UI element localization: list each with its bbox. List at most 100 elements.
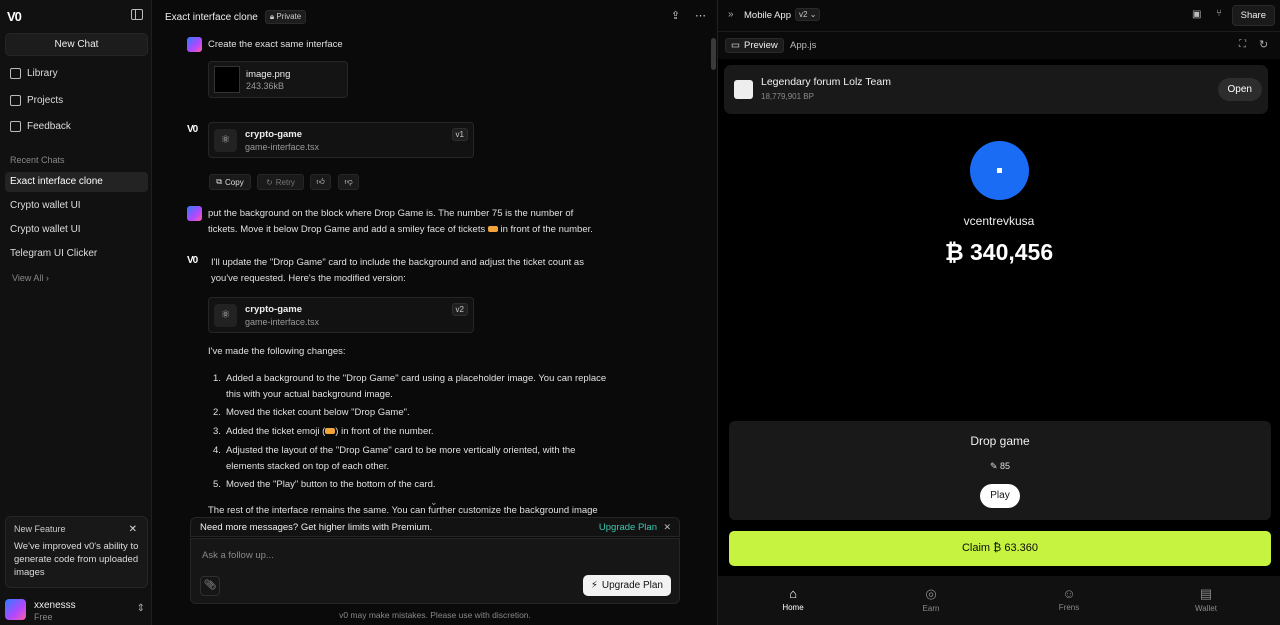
upgrade-notice: Need more messages? Get higher limits wi… — [190, 517, 680, 537]
upgrade-plan-button[interactable]: ⚡︎ Upgrade Plan — [582, 575, 671, 596]
nav-home[interactable]: ⌂ Home — [763, 586, 823, 612]
assistant-avatar-row: V0 — [187, 124, 205, 135]
chevron-down-icon: ⌄ — [809, 10, 817, 19]
recent-chat-item[interactable]: Exact interface clone — [5, 172, 148, 192]
feature-title: New Feature — [14, 524, 66, 534]
bottom-nav: ⌂ Home ◎ Earn ☺ Frens ▤ Wallet — [718, 576, 1280, 625]
copy-button[interactable]: ⧉ Copy — [209, 174, 251, 190]
disclaimer: v0 may make mistakes. Please use with di… — [339, 610, 531, 620]
sidebar-item-projects[interactable]: Projects — [10, 93, 63, 107]
ticket-count: ✎ 85 — [989, 461, 1011, 471]
code-block-card[interactable]: ⚛ crypto-game game-interface.tsx v1 — [208, 122, 474, 158]
sidebar-item-label: Feedback — [27, 120, 71, 132]
paperclip-icon[interactable]: 📎︎ — [200, 576, 220, 596]
attachment-file[interactable]: image.png 243.36kB — [208, 61, 348, 98]
thumbs-up-icon[interactable]: 👍︎ — [310, 174, 331, 190]
upgrade-plan-link[interactable]: Upgrade Plan — [599, 522, 657, 533]
message-input[interactable]: Ask a follow up... — [202, 550, 274, 561]
v0-avatar: V0 — [187, 255, 198, 266]
balance: ₿ 340,456 — [944, 239, 1054, 265]
close-icon[interactable]: ✕ — [129, 524, 137, 535]
home-icon: ⌂ — [789, 586, 797, 601]
recent-chat-item[interactable]: Telegram UI Clicker — [5, 244, 148, 264]
sidebar-item-feedback[interactable]: Feedback — [10, 119, 71, 133]
changes-intro: I've made the following changes: — [208, 346, 346, 357]
sidebar: V0 New Chat Library Projects Feedback Re… — [0, 0, 152, 625]
forum-logo — [734, 80, 753, 99]
share-icon[interactable]: ⇪ — [671, 9, 680, 22]
v0-logo[interactable]: V0 — [7, 9, 22, 24]
tab-appjs[interactable]: App.js — [790, 38, 816, 53]
preview-header: » Mobile App v2 ⌄ ▣ ⑂ Share — [718, 0, 1280, 32]
v0-avatar: V0 — [187, 124, 198, 135]
react-icon: ⚛ — [214, 129, 237, 152]
ticket-icon: ✎ — [989, 461, 998, 471]
share-button[interactable]: Share — [1231, 5, 1275, 26]
react-icon: ⚛ — [214, 304, 237, 327]
nav-wallet[interactable]: ▤ Wallet — [1176, 586, 1236, 613]
chat-header: Exact interface clone 🔒︎ Private — [165, 10, 307, 24]
claim-button[interactable]: Claim ₿ 63.360 — [729, 531, 1271, 566]
project-name: crypto-game — [245, 304, 303, 315]
recent-chat-item[interactable]: Crypto wallet UI — [5, 196, 148, 216]
preview-panel: » Mobile App v2 ⌄ ▣ ⑂ Share ▭ Preview App… — [718, 0, 1280, 625]
double-chevron-icon[interactable]: » — [728, 9, 734, 20]
copy-icon: ⧉ — [216, 177, 223, 186]
new-chat-button[interactable]: New Chat — [5, 33, 148, 56]
ticket-icon — [487, 226, 498, 233]
refresh-icon[interactable]: ↻ — [1259, 38, 1268, 51]
play-button[interactable]: Play — [980, 484, 1020, 508]
branch-icon[interactable]: ⑂ — [1216, 8, 1222, 19]
image-thumbnail — [214, 66, 240, 93]
profile-avatar — [970, 141, 1029, 200]
friends-icon: ☺ — [1062, 586, 1076, 601]
fullscreen-icon[interactable]: ⛶ — [1239, 39, 1246, 50]
file-name: game-interface.tsx — [245, 317, 320, 327]
drop-game-title: Drop game — [970, 434, 1030, 448]
retry-icon: ↻ — [266, 177, 273, 187]
user-menu[interactable]: xxenesss Free ⇕ — [5, 597, 148, 623]
message-text: Create the exact same interface — [208, 39, 343, 50]
file-name: image.png — [246, 69, 291, 80]
recent-chat-item[interactable]: Crypto wallet UI — [5, 220, 148, 240]
close-icon[interactable]: ✕ — [663, 522, 671, 533]
chat-title[interactable]: Exact interface clone — [165, 12, 258, 23]
thumbs-down-icon[interactable]: 👎︎ — [338, 174, 359, 190]
user-message: Create the exact same interface — [187, 37, 343, 53]
nav-frens[interactable]: ☺ Frens — [1039, 586, 1099, 612]
chevron-updown-icon: ⇕ — [136, 603, 145, 614]
view-all-link[interactable]: View All › — [12, 273, 49, 283]
user-avatar — [187, 206, 202, 221]
notice-text: Need more messages? Get higher limits wi… — [200, 521, 433, 533]
feedback-icon — [10, 120, 21, 132]
folder-icon — [10, 94, 21, 106]
terminal-icon[interactable]: ▣ — [1192, 9, 1201, 20]
message-text: I'll update the "Drop Game" card to incl… — [211, 257, 584, 284]
sidebar-item-label: Projects — [27, 94, 64, 106]
sidebar-item-library[interactable]: Library — [10, 66, 58, 80]
more-icon[interactable]: ⋯ — [695, 9, 706, 22]
wallet-icon: ▤ — [1199, 586, 1213, 601]
user-name: xxenesss — [34, 600, 76, 611]
sidebar-item-label: Library — [27, 67, 58, 79]
message-text: put the background on the block where Dr… — [208, 208, 593, 235]
retry-button[interactable]: ↻ Retry — [257, 174, 304, 190]
file-name: game-interface.tsx — [245, 142, 320, 152]
nav-earn[interactable]: ◎ Earn — [901, 586, 961, 613]
preview-icon: ▭ — [731, 40, 740, 51]
tab-preview[interactable]: ▭ Preview — [725, 38, 784, 53]
open-button[interactable]: Open — [1217, 78, 1262, 101]
version-select[interactable]: v2 ⌄ — [795, 8, 821, 21]
user-message: put the background on the block where Dr… — [187, 206, 593, 238]
code-block-card[interactable]: ⚛ crypto-game game-interface.tsx v2 — [208, 297, 474, 333]
project-name: crypto-game — [245, 129, 303, 140]
scrollbar[interactable] — [711, 38, 716, 70]
ticket-icon — [325, 428, 336, 435]
feature-description: We've improved v0's ability to generate … — [14, 541, 139, 578]
sidebar-toggle-icon[interactable] — [131, 9, 143, 20]
forum-points: 18,779,901 BP — [761, 92, 814, 101]
profile-username: vcentrevkusa — [963, 214, 1035, 228]
user-avatar — [187, 37, 202, 52]
privacy-badge[interactable]: 🔒︎ Private — [264, 10, 307, 24]
chevron-down-icon[interactable]: ⌄ — [430, 497, 438, 508]
